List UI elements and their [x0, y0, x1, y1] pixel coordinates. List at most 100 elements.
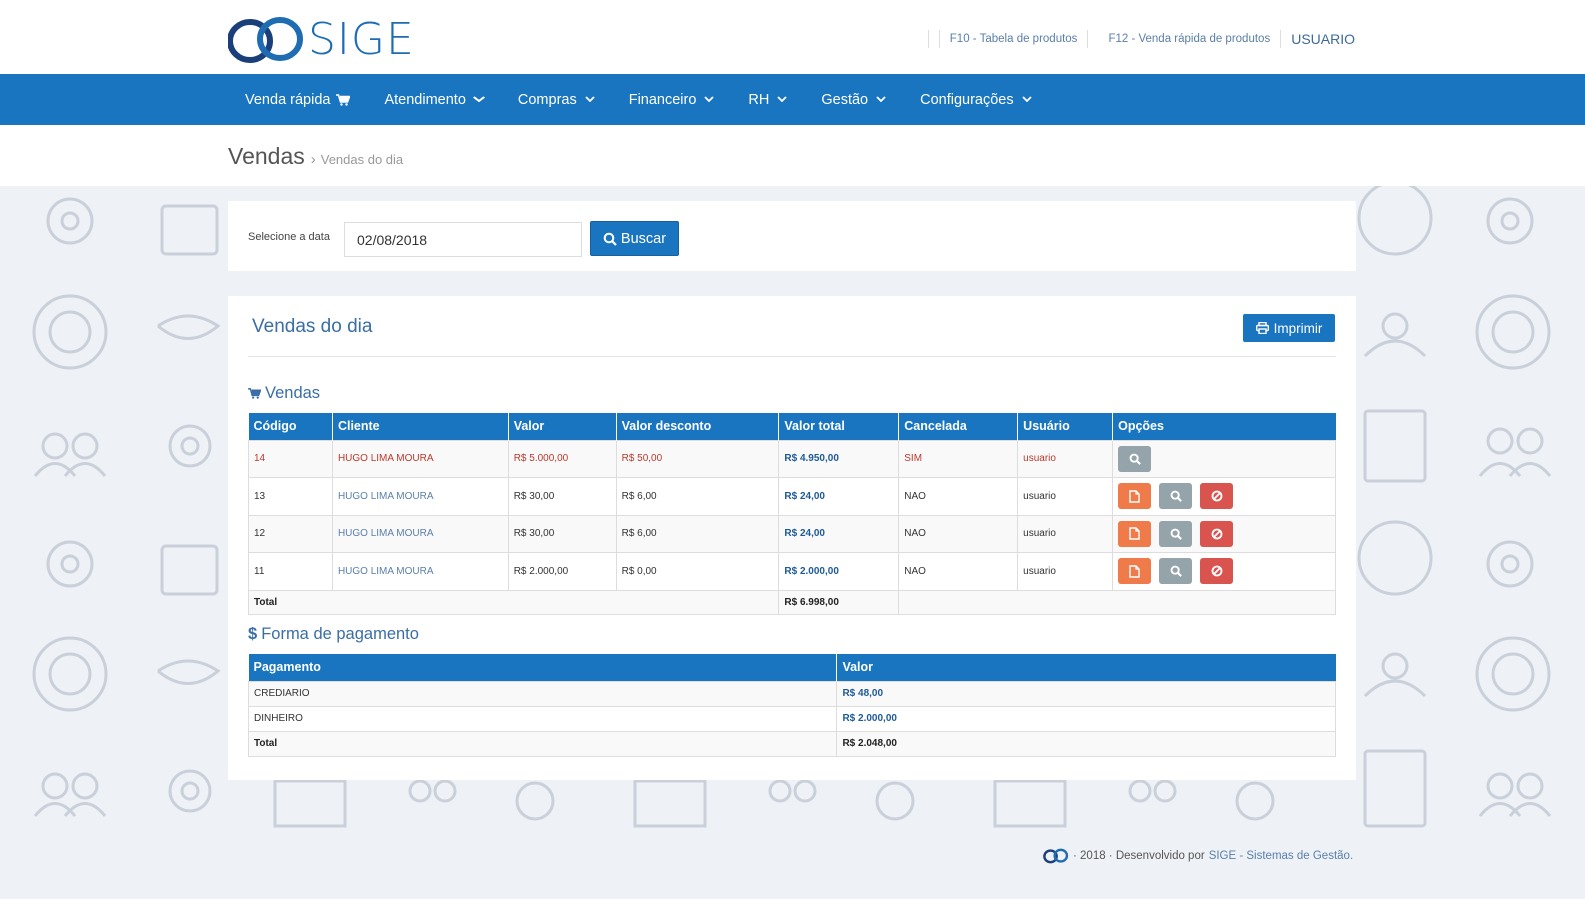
- cell-cliente[interactable]: HUGO LIMA MOURA: [331, 439, 509, 478]
- cart-icon: [336, 93, 351, 106]
- print-button-label: Imprimir: [1273, 320, 1323, 336]
- column-header: Opções: [1112, 413, 1336, 440]
- sales-panel: Vendas do dia Imprimir Vendas Código Cli…: [228, 296, 1356, 780]
- column-header: Cliente: [332, 413, 509, 440]
- search-panel: Selecione a data Buscar: [228, 201, 1356, 271]
- cell-cliente[interactable]: HUGO LIMA MOURA: [331, 477, 509, 516]
- view-button[interactable]: [1159, 558, 1193, 585]
- view-button[interactable]: [1118, 445, 1152, 472]
- print-button[interactable]: Imprimir: [1243, 314, 1335, 342]
- date-input[interactable]: [344, 222, 582, 257]
- cell-valor: R$ 30,00: [507, 477, 617, 516]
- file-icon: [1129, 527, 1140, 540]
- ban-icon: [1211, 565, 1222, 577]
- nav-venda-rapida[interactable]: Venda rápida: [228, 74, 367, 125]
- table-header-row: Pagamento Valor: [248, 654, 1336, 681]
- nav-label: RH: [748, 91, 770, 108]
- search-button[interactable]: Buscar: [590, 221, 679, 256]
- nav-label: Venda rápida: [245, 91, 331, 108]
- date-label: Selecione a data: [248, 231, 330, 243]
- search-icon: [1170, 528, 1182, 540]
- ban-icon: [1211, 490, 1222, 502]
- cancel-button[interactable]: [1200, 558, 1234, 585]
- table-total-row: Total R$ 2.048,00: [247, 730, 1336, 757]
- divider: [248, 356, 1336, 357]
- chevron-down-icon: [585, 96, 595, 103]
- nav-label: Configurações: [920, 91, 1014, 108]
- link-tabela-produtos[interactable]: F10 - Tabela de produtos: [950, 33, 1078, 45]
- separator: [938, 30, 940, 48]
- table-row: 11 HUGO LIMA MOURA R$ 2.000,00 R$ 0,00 R…: [248, 552, 1336, 591]
- cell-codigo: 12: [248, 514, 333, 553]
- cell-pagamento: CREDIARIO: [247, 680, 838, 707]
- link-venda-rapida[interactable]: F12 - Venda rápida de produtos: [1108, 33, 1270, 45]
- user-menu[interactable]: USUARIO: [1291, 31, 1355, 47]
- footer: · 2018 · Desenvolvido por SIGE - Sistema…: [1043, 848, 1353, 864]
- cell-desconto: R$ 6,00: [615, 477, 780, 516]
- breadcrumb-bar: Vendas › Vendas do dia: [0, 125, 1585, 186]
- sales-table: Código Cliente Valor Valor desconto Valo…: [247, 413, 1336, 615]
- cell-valor: R$ 5.000,00: [507, 439, 617, 478]
- main-navbar: Venda rápida Atendimento Compras Finance…: [0, 74, 1585, 125]
- document-button[interactable]: [1118, 558, 1152, 585]
- nav-gestao[interactable]: Gestão: [804, 74, 903, 125]
- column-header: Cancelada: [898, 413, 1019, 440]
- top-header: SIGE F10 - Tabela de produtos F12 - Vend…: [0, 0, 1585, 74]
- table-header-row: Código Cliente Valor Valor desconto Valo…: [248, 413, 1336, 440]
- page-title[interactable]: Vendas: [228, 143, 305, 170]
- payment-table: Pagamento Valor CREDIARIO R$ 48,00 DINHE…: [247, 654, 1336, 757]
- total-label: Total: [247, 589, 780, 615]
- table-row: 13 HUGO LIMA MOURA R$ 30,00 R$ 6,00 R$ 2…: [248, 477, 1336, 516]
- column-header: Valor total: [778, 413, 900, 440]
- chevron-down-icon: [777, 96, 788, 103]
- separator: [927, 30, 929, 48]
- nav-label: Financeiro: [628, 91, 697, 108]
- nav-configuracoes[interactable]: Configurações: [903, 74, 1049, 125]
- chevron-down-icon: [472, 96, 485, 103]
- cell-cancelada: NAO: [898, 514, 1019, 553]
- search-button-label: Buscar: [620, 230, 667, 247]
- view-button[interactable]: [1159, 520, 1193, 547]
- cell-cancelada: SIM: [898, 439, 1019, 478]
- column-header: Valor: [508, 413, 617, 440]
- pagamento-section-title: $ Forma de pagamento: [248, 625, 419, 644]
- nav-rh[interactable]: RH: [731, 74, 804, 125]
- document-button[interactable]: [1118, 520, 1152, 547]
- cell-cliente[interactable]: HUGO LIMA MOURA: [331, 552, 509, 591]
- total-value: R$ 6.998,00: [778, 589, 900, 615]
- view-button[interactable]: [1159, 483, 1193, 510]
- column-header: Valor desconto: [616, 413, 780, 440]
- chevron-down-icon: [1021, 96, 1032, 103]
- nav-compras[interactable]: Compras: [501, 74, 612, 125]
- search-icon: [603, 232, 617, 246]
- cell-pagamento: DINHEIRO: [247, 705, 838, 732]
- cell-valor: R$ 2.000,00: [836, 705, 1336, 732]
- logo-infinity-icon: [228, 16, 303, 63]
- table-row: 14 HUGO LIMA MOURA R$ 5.000,00 R$ 50,00 …: [248, 439, 1336, 478]
- cell-cancelada: NAO: [898, 552, 1019, 591]
- nav-atendimento[interactable]: Atendimento: [367, 74, 500, 125]
- table-total-row: Total R$ 6.998,00: [247, 589, 1336, 615]
- cell-opcoes: [1112, 552, 1336, 591]
- dollar-icon: $: [248, 625, 258, 643]
- footer-link[interactable]: SIGE - Sistemas de Gestão.: [1209, 850, 1353, 862]
- column-header: Usuário: [1017, 413, 1114, 440]
- document-button[interactable]: [1118, 483, 1152, 510]
- search-icon: [1170, 565, 1182, 578]
- file-icon: [1129, 565, 1140, 578]
- total-empty-cell: [898, 589, 1336, 615]
- cancel-button[interactable]: [1200, 483, 1234, 510]
- search-icon: [1170, 490, 1182, 503]
- nav-financeiro[interactable]: Financeiro: [612, 74, 732, 125]
- search-icon: [1129, 453, 1141, 465]
- section-title-text: Vendas: [265, 384, 321, 402]
- cell-desconto: R$ 6,00: [615, 514, 780, 553]
- cancel-button[interactable]: [1200, 520, 1234, 547]
- table-row: 12 HUGO LIMA MOURA R$ 30,00 R$ 6,00 R$ 2…: [248, 514, 1336, 553]
- cell-usuario: usuario: [1017, 552, 1114, 591]
- sige-logo[interactable]: SIGE: [228, 14, 415, 65]
- cell-cancelada: NAO: [898, 477, 1019, 516]
- logo-text: SIGE: [308, 14, 415, 65]
- cell-cliente[interactable]: HUGO LIMA MOURA: [331, 514, 509, 553]
- cell-opcoes: [1112, 477, 1336, 516]
